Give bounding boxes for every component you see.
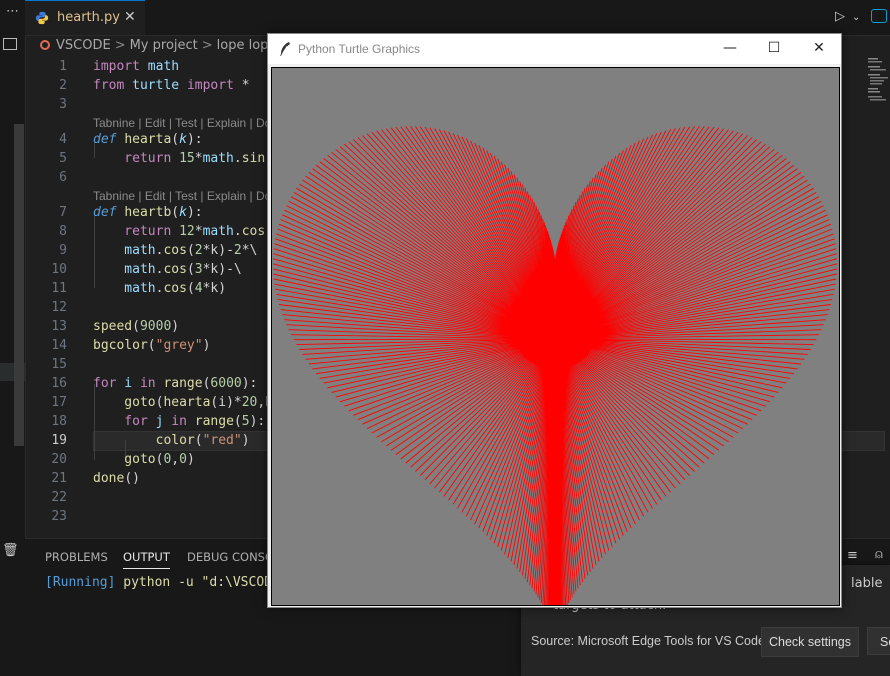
maximize-button[interactable]: ☐ xyxy=(754,40,794,56)
line-number: 9 xyxy=(59,243,67,258)
tab-output[interactable]: OUTPUT xyxy=(123,550,170,569)
trash-icon[interactable]: 🗑 xyxy=(2,543,19,558)
window-title: Python Turtle Graphics xyxy=(298,42,421,56)
settings-button[interactable]: Se xyxy=(867,627,890,655)
chevron-right-icon: > xyxy=(201,38,213,53)
codelens[interactable]: Tabnine | Edit | Test | Explain | Doc xyxy=(93,116,277,130)
split-editor-icon[interactable] xyxy=(3,38,17,50)
breadcrumb: VSCODE>My project>lope lope> xyxy=(40,38,295,56)
close-window-button[interactable]: ✕ xyxy=(799,40,839,56)
output-text: [Running] python -u "d:\VSCOD xyxy=(45,575,272,590)
editor-tab-bar: hearth.py ✕ ▷ ⌄ xyxy=(25,0,890,36)
codelens[interactable]: Tabnine | Edit | Test | Explain | Doc xyxy=(93,189,277,203)
chevron-right-icon: > xyxy=(114,38,126,53)
sidebar-scrollbar[interactable] xyxy=(14,124,24,446)
line-number: 10 xyxy=(51,262,67,277)
code-line: for i in range(6000): xyxy=(93,376,258,391)
tab-hearth-py[interactable]: hearth.py ✕ xyxy=(25,0,145,35)
line-number: 4 xyxy=(59,132,67,147)
notification-message: lable xyxy=(851,576,883,591)
turtle-graphics-window[interactable]: Python Turtle Graphics — ☐ ✕ xyxy=(267,33,842,608)
line-number: 19 xyxy=(51,433,67,448)
minimap[interactable] xyxy=(866,56,890,106)
word-wrap-icon[interactable]: ≡ xyxy=(847,548,858,563)
line-number: 22 xyxy=(51,490,67,505)
line-number: 15 xyxy=(51,357,67,372)
minimize-button[interactable]: — xyxy=(710,40,750,56)
heart-center xyxy=(517,309,593,369)
breadcrumb-item[interactable]: VSCODE xyxy=(56,38,111,53)
code-line: speed(9000) xyxy=(93,319,180,334)
code-line: return 12*math.cos( xyxy=(93,224,274,239)
heart-rays xyxy=(272,126,838,605)
lock-icon[interactable]: ⍝ xyxy=(875,547,883,562)
line-number: 1 xyxy=(59,59,67,74)
line-number: 14 xyxy=(51,338,67,353)
folder-status-icon xyxy=(40,40,50,50)
code-line: goto(hearta(i)*20,h xyxy=(93,395,274,410)
line-number: 2 xyxy=(59,78,67,93)
line-number: 12 xyxy=(51,300,67,315)
line-number: 17 xyxy=(51,395,67,410)
line-number: 21 xyxy=(51,471,67,486)
line-number: 11 xyxy=(51,281,67,296)
line-number: 23 xyxy=(51,509,67,524)
code-line: def hearta(k): xyxy=(93,132,203,147)
window-titlebar[interactable]: Python Turtle Graphics — ☐ ✕ xyxy=(268,34,841,64)
activity-bar: ⋯ 🗑 xyxy=(0,0,26,676)
close-tab-icon[interactable]: ✕ xyxy=(124,9,136,25)
line-number: 8 xyxy=(59,224,67,239)
feather-icon xyxy=(280,42,290,56)
line-number: 6 xyxy=(59,170,67,185)
line-number: 18 xyxy=(51,414,67,429)
line-number: 5 xyxy=(59,151,67,166)
code-line: return 15*math.sin( xyxy=(93,151,274,166)
line-number: 13 xyxy=(51,319,67,334)
python-file-icon xyxy=(35,11,49,25)
code-line: color("red") xyxy=(93,433,250,448)
code-line: import math xyxy=(93,59,180,74)
run-icon[interactable]: ▷ xyxy=(835,9,845,24)
code-line: def heartb(k): xyxy=(93,205,203,220)
code-line: math.cos(2*k)-2*\ xyxy=(93,243,258,258)
tab-label: hearth.py xyxy=(57,10,120,25)
code-line: done() xyxy=(93,471,140,486)
turtle-canvas[interactable] xyxy=(271,67,840,606)
code-line: bgcolor("grey") xyxy=(93,338,211,353)
code-line: math.cos(4*k) xyxy=(93,281,227,296)
code-line: math.cos(3*k)-\ xyxy=(93,262,242,277)
line-number: 3 xyxy=(59,97,67,112)
breadcrumb-item[interactable]: My project xyxy=(130,38,198,53)
notification-source: Source: Microsoft Edge Tools for VS Code xyxy=(531,634,765,648)
check-settings-button[interactable]: Check settings xyxy=(761,627,859,657)
code-line: goto(0,0) xyxy=(93,452,195,467)
line-number: 7 xyxy=(59,205,67,220)
tab-problems[interactable]: PROBLEMS xyxy=(45,550,108,564)
line-number: 16 xyxy=(51,376,67,391)
code-line: from turtle import * xyxy=(93,78,250,93)
code-line: for j in range(5): xyxy=(93,414,266,429)
heart-drawing xyxy=(272,126,838,605)
more-icon[interactable]: ⋯ xyxy=(0,4,25,19)
debug-icon[interactable] xyxy=(871,9,887,23)
line-number: 20 xyxy=(51,452,67,467)
chevron-down-icon[interactable]: ⌄ xyxy=(852,12,860,23)
